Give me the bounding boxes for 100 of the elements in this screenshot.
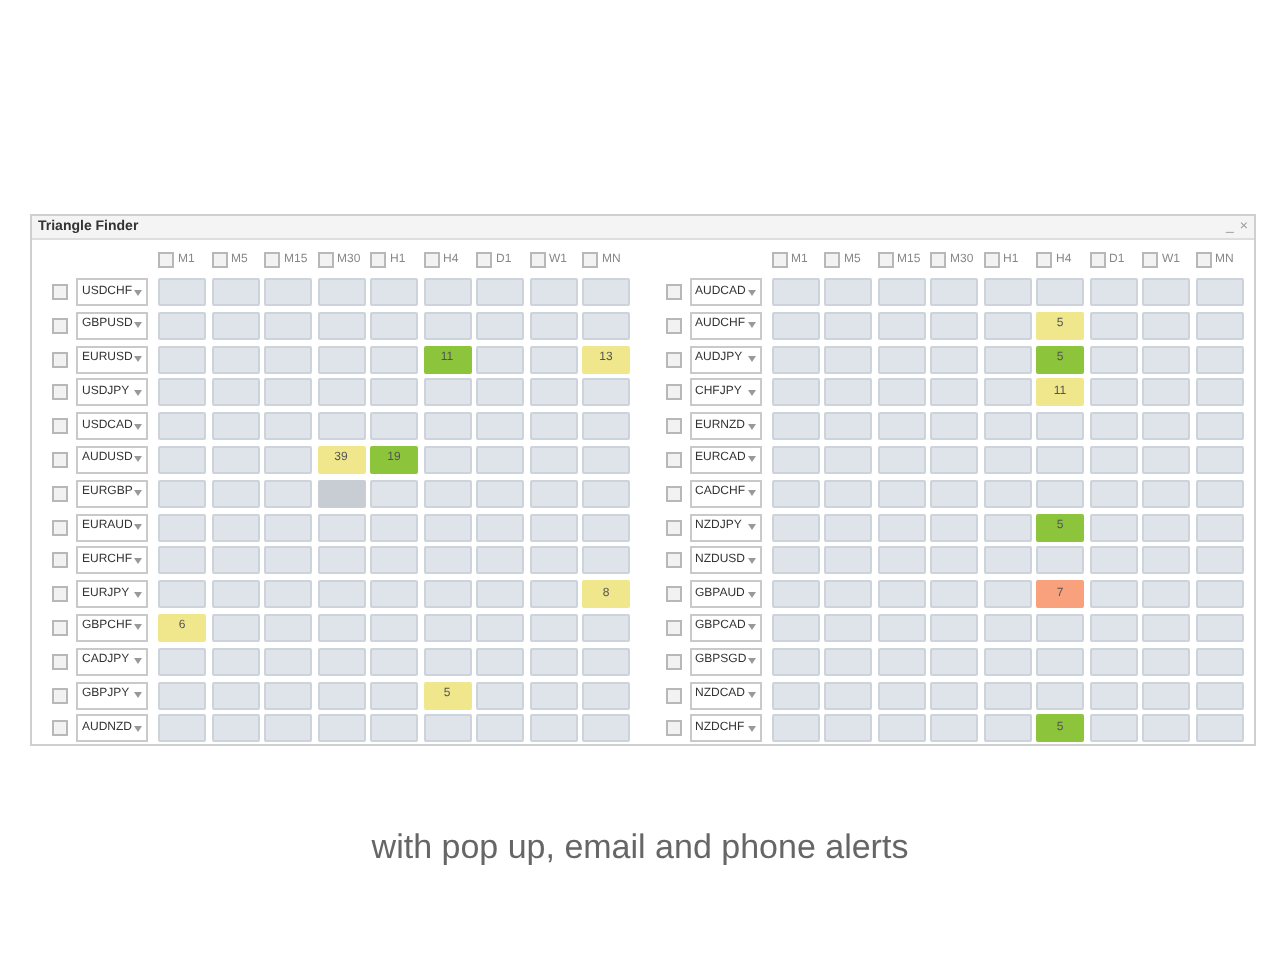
empty-cell — [1036, 445, 1084, 474]
row-checkbox[interactable] — [52, 687, 68, 704]
empty-cell — [983, 378, 1031, 407]
row-checkbox[interactable] — [52, 451, 68, 468]
empty-cell — [983, 445, 1031, 474]
empty-cell — [317, 311, 365, 340]
empty-cell — [423, 445, 471, 474]
timeframe-checkbox[interactable] — [1089, 252, 1105, 268]
empty-cell — [771, 278, 819, 306]
caret-icon — [747, 692, 755, 699]
empty-cell — [476, 311, 524, 340]
empty-cell — [930, 681, 978, 710]
empty-cell — [824, 445, 872, 474]
empty-cell — [529, 311, 577, 340]
timeframe-checkbox[interactable] — [582, 252, 598, 268]
empty-cell — [1142, 613, 1190, 642]
empty-cell — [824, 546, 872, 575]
row-checkbox[interactable] — [52, 418, 68, 435]
row-checkbox[interactable] — [665, 687, 681, 704]
caret-icon — [134, 624, 142, 631]
empty-cell — [824, 580, 872, 609]
empty-cell — [476, 278, 524, 306]
empty-cell — [211, 513, 259, 542]
row-checkbox[interactable] — [665, 552, 681, 569]
empty-cell — [476, 546, 524, 575]
timeframe-checkbox[interactable] — [1195, 252, 1211, 268]
row-checkbox[interactable] — [52, 619, 68, 636]
empty-cell — [423, 311, 471, 340]
empty-cell — [1195, 479, 1243, 508]
empty-cell — [370, 647, 418, 676]
row-checkbox[interactable] — [665, 418, 681, 435]
timeframe-checkbox[interactable] — [983, 252, 999, 268]
row-checkbox[interactable] — [52, 284, 68, 300]
timeframe-checkbox[interactable] — [211, 252, 227, 268]
row-checkbox[interactable] — [52, 552, 68, 569]
empty-cell — [824, 513, 872, 542]
timeframe-checkbox[interactable] — [1036, 252, 1052, 268]
timeframe-checkbox[interactable] — [158, 252, 174, 268]
empty-cell — [1195, 580, 1243, 609]
empty-cell — [423, 546, 471, 575]
timeframe-checkbox[interactable] — [476, 252, 492, 268]
empty-cell — [370, 681, 418, 710]
row-checkbox[interactable] — [52, 519, 68, 536]
row-checkbox[interactable] — [52, 653, 68, 670]
row-checkbox[interactable] — [665, 317, 681, 334]
empty-cell — [423, 412, 471, 441]
empty-cell — [1089, 445, 1137, 474]
timeframe-checkbox[interactable] — [771, 252, 787, 268]
timeframe-checkbox[interactable] — [930, 252, 946, 268]
empty-cell — [930, 647, 978, 676]
empty-cell — [1195, 546, 1243, 575]
timeframe-checkbox[interactable] — [877, 252, 893, 268]
empty-cell — [1089, 378, 1137, 407]
row-checkbox[interactable] — [665, 451, 681, 468]
timeframe-checkbox[interactable] — [1142, 252, 1158, 268]
row-checkbox[interactable] — [665, 653, 681, 670]
empty-cell — [1142, 513, 1190, 542]
timeframe-checkbox[interactable] — [264, 252, 280, 268]
row-checkbox[interactable] — [665, 519, 681, 536]
empty-cell — [476, 345, 524, 374]
timeframe-checkbox[interactable] — [423, 252, 439, 268]
empty-cell — [158, 479, 206, 508]
row-checkbox[interactable] — [665, 351, 681, 368]
row-checkbox[interactable] — [665, 284, 681, 300]
row-checkbox[interactable] — [665, 619, 681, 636]
empty-cell — [529, 445, 577, 474]
row-checkbox[interactable] — [52, 384, 68, 401]
row-checkbox[interactable] — [52, 317, 68, 334]
empty-cell — [771, 445, 819, 474]
empty-cell — [264, 546, 312, 575]
empty-cell — [211, 445, 259, 474]
timeframe-checkbox[interactable] — [317, 252, 333, 268]
row-checkbox[interactable] — [52, 485, 68, 502]
caret-icon — [134, 692, 142, 699]
caret-icon — [134, 658, 142, 665]
empty-cell — [877, 647, 925, 676]
row-checkbox[interactable] — [665, 485, 681, 502]
empty-cell — [264, 445, 312, 474]
empty-cell — [983, 278, 1031, 306]
empty-cell — [824, 412, 872, 441]
empty-cell — [158, 378, 206, 407]
timeframe-checkbox[interactable] — [824, 252, 840, 268]
empty-cell — [264, 479, 312, 508]
empty-cell — [1142, 311, 1190, 340]
row-checkbox[interactable] — [665, 720, 681, 737]
empty-cell — [1142, 681, 1190, 710]
timeframe-checkbox[interactable] — [370, 252, 386, 268]
timeframe-checkbox[interactable] — [529, 252, 545, 268]
row-checkbox[interactable] — [52, 351, 68, 368]
empty-cell — [877, 546, 925, 575]
empty-cell — [824, 681, 872, 710]
empty-cell — [370, 479, 418, 508]
row-checkbox[interactable] — [52, 586, 68, 603]
empty-cell — [370, 311, 418, 340]
empty-cell — [824, 647, 872, 676]
row-checkbox[interactable] — [52, 720, 68, 737]
row-checkbox[interactable] — [665, 384, 681, 401]
empty-cell — [317, 278, 365, 306]
row-checkbox[interactable] — [665, 586, 681, 603]
empty-cell — [1089, 613, 1137, 642]
